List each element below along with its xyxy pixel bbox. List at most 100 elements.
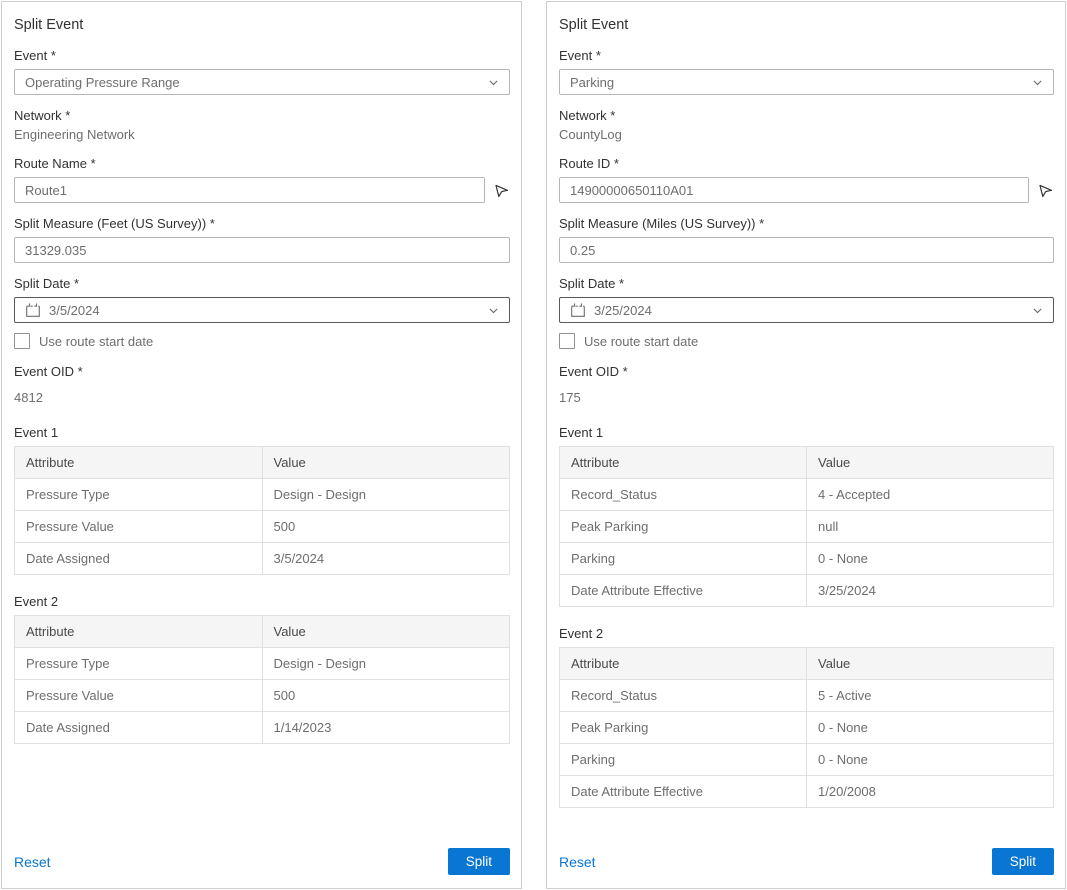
value-header: Value <box>807 447 1054 479</box>
route-label: Route Name * <box>14 156 510 171</box>
use-route-start-date-row: Use route start date <box>14 333 510 349</box>
route-label: Route ID * <box>559 156 1054 171</box>
table-row: Pressure TypeDesign - Design <box>15 648 510 680</box>
measure-label: Split Measure (Feet (US Survey)) * <box>14 216 510 231</box>
event-label: Event * <box>14 48 510 63</box>
value-cell: 0 - None <box>807 712 1054 744</box>
attribute-cell: Date Attribute Effective <box>560 776 807 808</box>
table-row: Peak Parkingnull <box>560 511 1054 543</box>
event2-section-title: Event 2 <box>14 594 510 609</box>
use-route-start-date-label: Use route start date <box>584 334 698 349</box>
event1-table: Attribute Value Record_Status4 - Accepte… <box>559 446 1054 607</box>
attribute-cell: Date Attribute Effective <box>560 575 807 607</box>
reset-button[interactable]: Reset <box>559 854 596 870</box>
table-row: Record_Status5 - Active <box>560 680 1054 712</box>
attribute-cell: Record_Status <box>560 479 807 511</box>
use-route-start-date-checkbox[interactable] <box>14 333 30 349</box>
split-date-label: Split Date * <box>559 276 1054 291</box>
event1-section-title: Event 1 <box>14 425 510 440</box>
value-cell: 0 - None <box>807 744 1054 776</box>
value-cell: 1/14/2023 <box>262 712 510 744</box>
route-input[interactable] <box>559 177 1029 203</box>
network-label: Network * <box>559 108 1054 123</box>
select-arrow-icon <box>493 182 510 199</box>
value-cell: null <box>807 511 1054 543</box>
event-oid-label: Event OID * <box>14 364 510 379</box>
attribute-cell: Peak Parking <box>560 511 807 543</box>
table-row: Record_Status4 - Accepted <box>560 479 1054 511</box>
table-row: Date Assigned3/5/2024 <box>15 543 510 575</box>
value-header: Value <box>807 648 1054 680</box>
attribute-header: Attribute <box>560 648 807 680</box>
network-value: Engineering Network <box>14 127 510 143</box>
table-header-row: Attribute Value <box>560 648 1054 680</box>
route-input[interactable] <box>14 177 485 203</box>
chevron-down-icon <box>487 76 500 89</box>
event2-table: Attribute Value Record_Status5 - ActiveP… <box>559 647 1054 808</box>
event1-section-title: Event 1 <box>559 425 1054 440</box>
page-title: Split Event <box>559 17 1054 33</box>
split-event-panel-right: Split Event Event * Parking Network * Co… <box>546 1 1066 889</box>
use-route-start-date-checkbox[interactable] <box>559 333 575 349</box>
event2-table: Attribute Value Pressure TypeDesign - De… <box>14 615 510 744</box>
split-date-picker[interactable]: 3/25/2024 <box>559 297 1054 323</box>
split-date-label: Split Date * <box>14 276 510 291</box>
value-cell: 3/5/2024 <box>262 543 510 575</box>
table-row: Parking0 - None <box>560 744 1054 776</box>
value-header: Value <box>262 616 510 648</box>
attribute-cell: Date Assigned <box>15 543 263 575</box>
page-title: Split Event <box>14 17 510 33</box>
chevron-down-icon <box>487 304 500 317</box>
calendar-icon <box>25 302 41 318</box>
table-row: Date Assigned1/14/2023 <box>15 712 510 744</box>
footer: Reset Split <box>559 848 1054 875</box>
attribute-cell: Parking <box>560 744 807 776</box>
split-measure-input[interactable] <box>559 237 1054 263</box>
attribute-cell: Pressure Type <box>15 648 263 680</box>
value-cell: Design - Design <box>262 648 510 680</box>
chevron-down-icon <box>1031 304 1044 317</box>
event-select[interactable]: Parking <box>559 69 1054 95</box>
split-date-value: 3/5/2024 <box>49 303 487 318</box>
use-route-start-date-row: Use route start date <box>559 333 1054 349</box>
table-row: Pressure Value500 <box>15 680 510 712</box>
attribute-cell: Pressure Value <box>15 680 263 712</box>
value-cell: 1/20/2008 <box>807 776 1054 808</box>
footer: Reset Split <box>14 848 510 875</box>
reset-button[interactable]: Reset <box>14 854 51 870</box>
chevron-down-icon <box>1031 76 1044 89</box>
event1-table: Attribute Value Pressure TypeDesign - De… <box>14 446 510 575</box>
value-cell: 3/25/2024 <box>807 575 1054 607</box>
select-route-button[interactable] <box>493 182 510 199</box>
select-arrow-icon <box>1037 182 1054 199</box>
table-row: Peak Parking0 - None <box>560 712 1054 744</box>
event-oid-value: 4812 <box>14 390 510 406</box>
attribute-cell: Peak Parking <box>560 712 807 744</box>
event-select[interactable]: Operating Pressure Range <box>14 69 510 95</box>
table-row: Pressure TypeDesign - Design <box>15 479 510 511</box>
split-button[interactable]: Split <box>448 848 510 875</box>
table-row: Date Attribute Effective3/25/2024 <box>560 575 1054 607</box>
measure-label: Split Measure (Miles (US Survey)) * <box>559 216 1054 231</box>
attribute-cell: Pressure Type <box>15 479 263 511</box>
network-value: CountyLog <box>559 127 1054 143</box>
select-route-button[interactable] <box>1037 182 1054 199</box>
split-date-picker[interactable]: 3/5/2024 <box>14 297 510 323</box>
value-header: Value <box>262 447 510 479</box>
network-label: Network * <box>14 108 510 123</box>
attribute-header: Attribute <box>15 447 263 479</box>
split-button[interactable]: Split <box>992 848 1054 875</box>
value-cell: 4 - Accepted <box>807 479 1054 511</box>
value-cell: 500 <box>262 511 510 543</box>
split-event-panel-left: Split Event Event * Operating Pressure R… <box>1 1 522 889</box>
event-oid-label: Event OID * <box>559 364 1054 379</box>
table-row: Date Attribute Effective1/20/2008 <box>560 776 1054 808</box>
table-header-row: Attribute Value <box>15 447 510 479</box>
split-measure-input[interactable] <box>14 237 510 263</box>
use-route-start-date-label: Use route start date <box>39 334 153 349</box>
value-cell: 0 - None <box>807 543 1054 575</box>
calendar-icon <box>570 302 586 318</box>
table-row: Pressure Value500 <box>15 511 510 543</box>
attribute-cell: Record_Status <box>560 680 807 712</box>
attribute-cell: Date Assigned <box>15 712 263 744</box>
